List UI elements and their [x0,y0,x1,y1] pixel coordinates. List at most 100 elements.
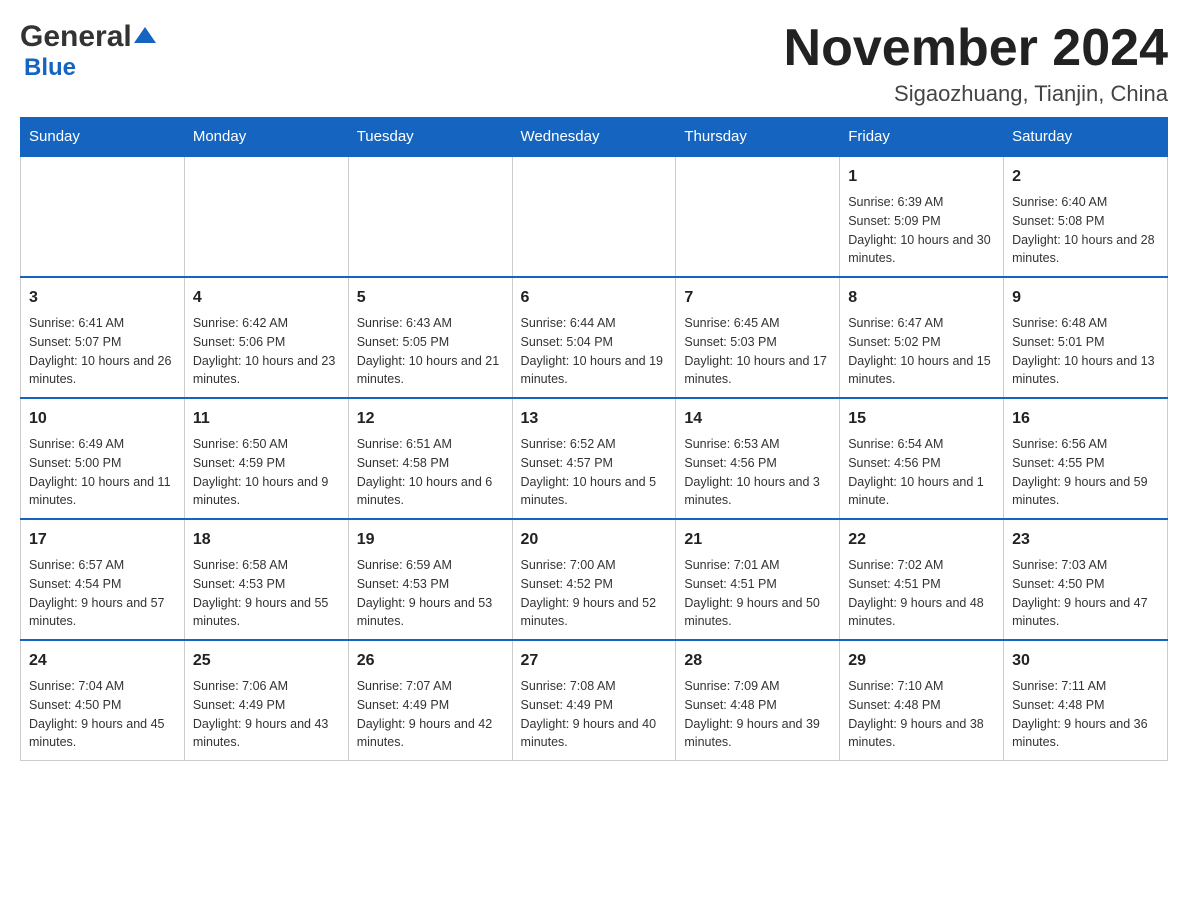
day-number: 28 [684,649,831,673]
calendar-cell: 10Sunrise: 6:49 AMSunset: 5:00 PMDayligh… [21,398,185,519]
day-number: 25 [193,649,340,673]
calendar-cell [348,156,512,277]
calendar-cell: 13Sunrise: 6:52 AMSunset: 4:57 PMDayligh… [512,398,676,519]
day-number: 4 [193,286,340,310]
logo-triangle-icon [134,25,156,50]
day-info: Daylight: 9 hours and 45 minutes. [29,715,176,753]
calendar-cell: 7Sunrise: 6:45 AMSunset: 5:03 PMDaylight… [676,277,840,398]
calendar-cell: 18Sunrise: 6:58 AMSunset: 4:53 PMDayligh… [184,519,348,640]
day-info: Daylight: 10 hours and 30 minutes. [848,231,995,269]
day-info: Sunrise: 7:00 AM [521,556,668,575]
calendar-cell: 16Sunrise: 6:56 AMSunset: 4:55 PMDayligh… [1004,398,1168,519]
day-info: Sunrise: 6:51 AM [357,435,504,454]
weekday-header-monday: Monday [184,118,348,157]
day-info: Sunset: 4:48 PM [1012,696,1159,715]
day-info: Sunrise: 6:57 AM [29,556,176,575]
calendar-cell: 11 Sunrise: 6:50 AMSunset: 4:59 PMDayligh… [184,398,348,519]
day-info: Sunrise: 7:04 AM [29,677,176,696]
calendar-cell: 6Sunrise: 6:44 AMSunset: 5:04 PMDaylight… [512,277,676,398]
calendar-table: SundayMondayTuesdayWednesdayThursdayFrid… [20,117,1168,761]
day-info: Daylight: 10 hours and 3 minutes. [684,473,831,511]
day-info: Daylight: 10 hours and 26 minutes. [29,352,176,390]
day-info: Sunrise: 7:11 AM [1012,677,1159,696]
location-text: Sigaozhuang, Tianjin, China [784,81,1168,107]
calendar-cell: 4Sunrise: 6:42 AMSunset: 5:06 PMDaylight… [184,277,348,398]
day-info: Sunset: 5:01 PM [1012,333,1159,352]
calendar-cell: 28Sunrise: 7:09 AMSunset: 4:48 PMDayligh… [676,640,840,761]
calendar-cell: 29Sunrise: 7:10 AMSunset: 4:48 PMDayligh… [840,640,1004,761]
page-header: General Blue November 2024 Sigaozhuang, … [20,20,1168,107]
weekday-header-tuesday: Tuesday [348,118,512,157]
day-info: Sunrise: 6:40 AM [1012,193,1159,212]
logo-blue-text: Blue [24,54,76,82]
day-number: 30 [1012,649,1159,673]
day-info: Daylight: 9 hours and 47 minutes. [1012,594,1159,632]
day-info: Sunset: 4:56 PM [848,454,995,473]
day-number: 26 [357,649,504,673]
weekday-header-wednesday: Wednesday [512,118,676,157]
calendar-cell: 23Sunrise: 7:03 AMSunset: 4:50 PMDayligh… [1004,519,1168,640]
day-info: Sunset: 4:53 PM [193,575,340,594]
day-info: Sunrise: 6:45 AM [684,314,831,333]
day-info: Daylight: 10 hours and 11 minutes. [29,473,176,511]
day-number: 20 [521,528,668,552]
day-info: Daylight: 9 hours and 48 minutes. [848,594,995,632]
day-number: 9 [1012,286,1159,310]
calendar-cell: 17Sunrise: 6:57 AMSunset: 4:54 PMDayligh… [21,519,185,640]
day-number: 27 [521,649,668,673]
calendar-week-2: 3Sunrise: 6:41 AMSunset: 5:07 PMDaylight… [21,277,1168,398]
day-info: Sunset: 4:56 PM [684,454,831,473]
day-number: 24 [29,649,176,673]
day-info: Sunset: 5:09 PM [848,212,995,231]
day-info: Sunset: 4:49 PM [521,696,668,715]
day-info: Sunrise: 6:39 AM [848,193,995,212]
calendar-cell: 30 Sunrise: 7:11 AMSunset: 4:48 PMDayligh… [1004,640,1168,761]
calendar-cell: 8Sunrise: 6:47 AMSunset: 5:02 PMDaylight… [840,277,1004,398]
day-number: 22 [848,528,995,552]
day-info: Sunrise: 7:07 AM [357,677,504,696]
day-number: 15 [848,407,995,431]
calendar-week-4: 17Sunrise: 6:57 AMSunset: 4:54 PMDayligh… [21,519,1168,640]
title-section: November 2024 Sigaozhuang, Tianjin, Chin… [784,20,1168,107]
calendar-cell: 12Sunrise: 6:51 AMSunset: 4:58 PMDayligh… [348,398,512,519]
day-number: 10 [29,407,176,431]
calendar-week-3: 10Sunrise: 6:49 AMSunset: 5:00 PMDayligh… [21,398,1168,519]
day-info: Sunrise: 7:03 AM [1012,556,1159,575]
day-info: Daylight: 10 hours and 9 minutes. [193,473,340,511]
day-info: Sunset: 4:49 PM [193,696,340,715]
day-info: Sunset: 4:59 PM [193,454,340,473]
day-info: Daylight: 9 hours and 38 minutes. [848,715,995,753]
day-info: Sunrise: 6:41 AM [29,314,176,333]
day-info: Daylight: 9 hours and 43 minutes. [193,715,340,753]
calendar-cell: 9Sunrise: 6:48 AMSunset: 5:01 PMDaylight… [1004,277,1168,398]
day-number: 1 [848,165,995,189]
day-info: Daylight: 9 hours and 50 minutes. [684,594,831,632]
day-info: Sunrise: 6:43 AM [357,314,504,333]
day-info: Sunrise: 6:50 AM [193,435,340,454]
day-info: Sunset: 4:48 PM [684,696,831,715]
calendar-cell: 25Sunrise: 7:06 AMSunset: 4:49 PMDayligh… [184,640,348,761]
day-info: Sunrise: 6:42 AM [193,314,340,333]
day-info: Sunrise: 6:53 AM [684,435,831,454]
day-info: Daylight: 9 hours and 36 minutes. [1012,715,1159,753]
day-info: Sunrise: 6:49 AM [29,435,176,454]
calendar-cell: 27Sunrise: 7:08 AMSunset: 4:49 PMDayligh… [512,640,676,761]
calendar-cell: 15Sunrise: 6:54 AMSunset: 4:56 PMDayligh… [840,398,1004,519]
day-info: Daylight: 9 hours and 39 minutes. [684,715,831,753]
day-info: Sunrise: 7:01 AM [684,556,831,575]
day-number: 12 [357,407,504,431]
day-number: 11 [193,407,340,431]
logo: General Blue [20,20,156,82]
day-info: Sunset: 4:55 PM [1012,454,1159,473]
day-info: Daylight: 10 hours and 13 minutes. [1012,352,1159,390]
day-number: 14 [684,407,831,431]
weekday-header-thursday: Thursday [676,118,840,157]
day-number: 7 [684,286,831,310]
day-number: 19 [357,528,504,552]
calendar-cell: 26Sunrise: 7:07 AMSunset: 4:49 PMDayligh… [348,640,512,761]
day-info: Daylight: 10 hours and 15 minutes. [848,352,995,390]
calendar-cell: 22Sunrise: 7:02 AMSunset: 4:51 PMDayligh… [840,519,1004,640]
calendar-cell: 5Sunrise: 6:43 AMSunset: 5:05 PMDaylight… [348,277,512,398]
day-info: Sunset: 4:50 PM [29,696,176,715]
logo-general: General [20,20,132,54]
